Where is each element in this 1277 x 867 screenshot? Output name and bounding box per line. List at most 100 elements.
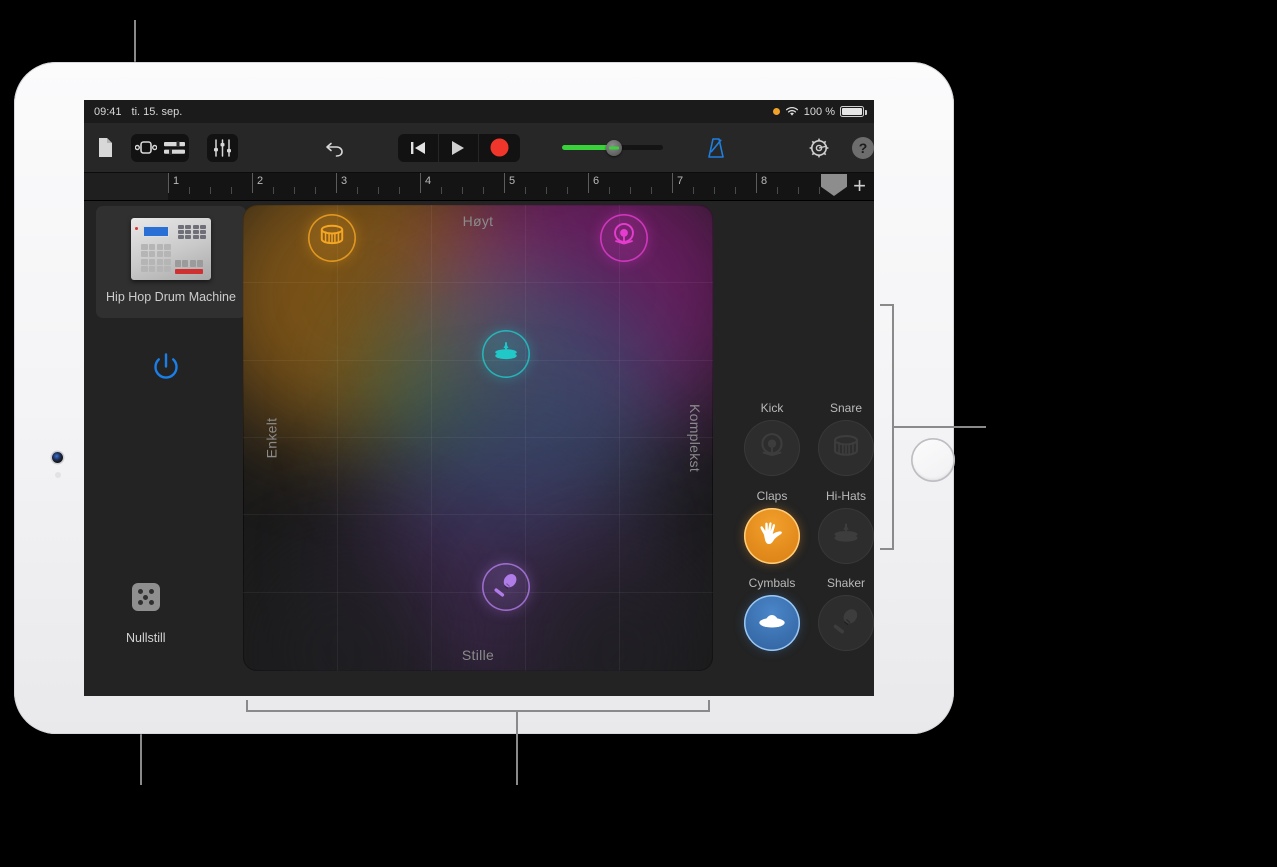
callout-line-instruments <box>894 426 986 428</box>
hi-hat-icon <box>492 338 520 371</box>
instrument-icon-circle[interactable] <box>744 508 800 564</box>
clap-hands-icon <box>757 519 787 554</box>
instrument-icon-circle[interactable] <box>744 595 800 651</box>
work-area: Hip Hop Drum Machine Nullstill Høyt Stil… <box>84 201 874 696</box>
record-button[interactable] <box>479 134 520 162</box>
instrument-button-shaker[interactable]: Shaker <box>816 576 874 651</box>
app-toolbar: ? <box>84 123 874 173</box>
ruler-gutter <box>84 173 168 200</box>
instrument-icon-circle[interactable] <box>818 595 874 651</box>
track-view-icon[interactable] <box>131 134 160 162</box>
instrument-button-snare[interactable]: Snare <box>816 401 874 476</box>
ruler-bar-label: 1 <box>173 175 180 187</box>
reset-control[interactable]: Nullstill <box>126 583 166 645</box>
ruler-sub-tick <box>777 187 778 194</box>
ruler-bar-tick <box>168 173 169 193</box>
ruler-bar-tick <box>672 173 673 193</box>
record-indicator-icon <box>772 108 780 115</box>
xy-label-bottom: Stille <box>461 647 495 663</box>
ruler-bar-tick <box>504 173 505 193</box>
list-view-icon[interactable] <box>160 134 189 162</box>
ruler-sub-tick <box>735 187 736 194</box>
ruler-bar-label: 6 <box>593 175 600 187</box>
instrument-button-hi-hats[interactable]: Hi-Hats <box>816 489 874 564</box>
ruler-bar-markers[interactable]: 1 2 3 4 5 6 7 8 <box>168 173 840 200</box>
shaker-puck[interactable] <box>482 563 531 612</box>
snare-puck[interactable] <box>308 213 357 262</box>
kick-puck[interactable] <box>599 213 648 262</box>
instrument-label: Claps <box>756 489 788 503</box>
ruler-bar-label: 8 <box>761 175 768 187</box>
instrument-icon-circle[interactable] <box>818 508 874 564</box>
instrument-button-kick[interactable]: Kick <box>742 401 802 476</box>
ruler-bar-tick <box>252 173 253 193</box>
browser-button[interactable] <box>91 134 121 162</box>
ruler-sub-tick <box>630 187 631 194</box>
instrument-icon-circle[interactable] <box>744 420 800 476</box>
xy-performance-pad[interactable]: Høyt Stille Enkelt Komplekst <box>243 205 713 671</box>
ruler-sub-tick <box>798 187 799 194</box>
snare-drum-icon <box>831 431 861 466</box>
ruler-sub-tick <box>819 187 820 194</box>
drum-machine-thumbnail-icon <box>131 218 211 280</box>
xy-grid-line <box>243 514 713 516</box>
settings-button[interactable] <box>804 134 834 162</box>
status-time: 09:41 <box>94 105 122 118</box>
mixer-button[interactable] <box>207 133 238 162</box>
instrument-icon-circle[interactable] <box>818 420 874 476</box>
rewind-button[interactable] <box>398 133 439 162</box>
help-button[interactable]: ? <box>852 136 874 159</box>
ruler-bar-label: 4 <box>425 175 432 187</box>
ruler-bar-tick <box>756 173 757 193</box>
ruler-sub-tick <box>399 187 400 194</box>
instrument-label: Kick <box>760 401 784 415</box>
instrument-button-claps[interactable]: Claps <box>742 489 802 564</box>
metronome-button[interactable] <box>701 134 731 162</box>
xy-pad-grid <box>243 205 713 671</box>
view-toggle-group[interactable] <box>131 133 190 162</box>
undo-button[interactable] <box>320 134 350 162</box>
status-bar: 09:41 ti. 15. sep. 100 % <box>84 100 874 123</box>
master-volume-slider[interactable] <box>561 139 664 156</box>
dice-icon[interactable] <box>131 583 160 611</box>
home-button[interactable] <box>911 438 955 482</box>
battery-percent-label: 100 % <box>803 105 835 118</box>
instrument-label: Snare <box>829 401 863 415</box>
cymbal-icon <box>757 606 787 641</box>
xy-grid-line <box>243 282 713 284</box>
instrument-label: Hi-Hats <box>825 489 866 503</box>
xy-grid-line <box>243 591 713 593</box>
instrument-button-cymbals[interactable]: Cymbals <box>742 576 802 651</box>
ruler-sub-tick <box>315 187 316 194</box>
callout-bracket-instruments <box>880 304 894 550</box>
patch-card[interactable]: Hip Hop Drum Machine <box>96 206 246 318</box>
ruler-sub-tick <box>357 187 358 194</box>
ruler-sub-tick <box>525 187 526 194</box>
xy-label-right: Komplekst <box>686 403 703 473</box>
reset-label: Nullstill <box>126 631 166 645</box>
callout-line-xy-pad <box>516 712 518 785</box>
ruler-sub-tick <box>294 187 295 194</box>
screenshot-root: 09:41 ti. 15. sep. 100 % ? 1 2 3 4 5 6 7… <box>0 0 1277 867</box>
ruler-sub-tick <box>714 187 715 194</box>
ruler-bar-label: 3 <box>341 175 348 187</box>
hi-hat-icon <box>831 519 861 554</box>
ambient-sensor-icon <box>55 472 61 478</box>
instrument-label: Shaker <box>826 576 866 590</box>
ruler-sub-tick <box>567 187 568 194</box>
ruler-sub-tick <box>462 187 463 194</box>
add-track-button[interactable]: + <box>853 175 866 197</box>
timeline-ruler[interactable]: 1 2 3 4 5 6 7 8 + <box>84 173 874 201</box>
ruler-bar-tick <box>420 173 421 193</box>
kick-drum-icon <box>757 431 787 466</box>
power-button[interactable] <box>149 351 183 390</box>
power-button-icon <box>154 353 178 379</box>
ruler-sub-tick <box>189 187 190 194</box>
ruler-bar-label: 2 <box>257 175 264 187</box>
transport-controls[interactable] <box>397 133 520 162</box>
ruler-bar-tick <box>336 173 337 193</box>
ruler-sub-tick <box>483 187 484 194</box>
hihat-puck[interactable] <box>482 330 531 379</box>
play-button[interactable] <box>439 133 480 162</box>
wifi-icon <box>785 106 799 117</box>
